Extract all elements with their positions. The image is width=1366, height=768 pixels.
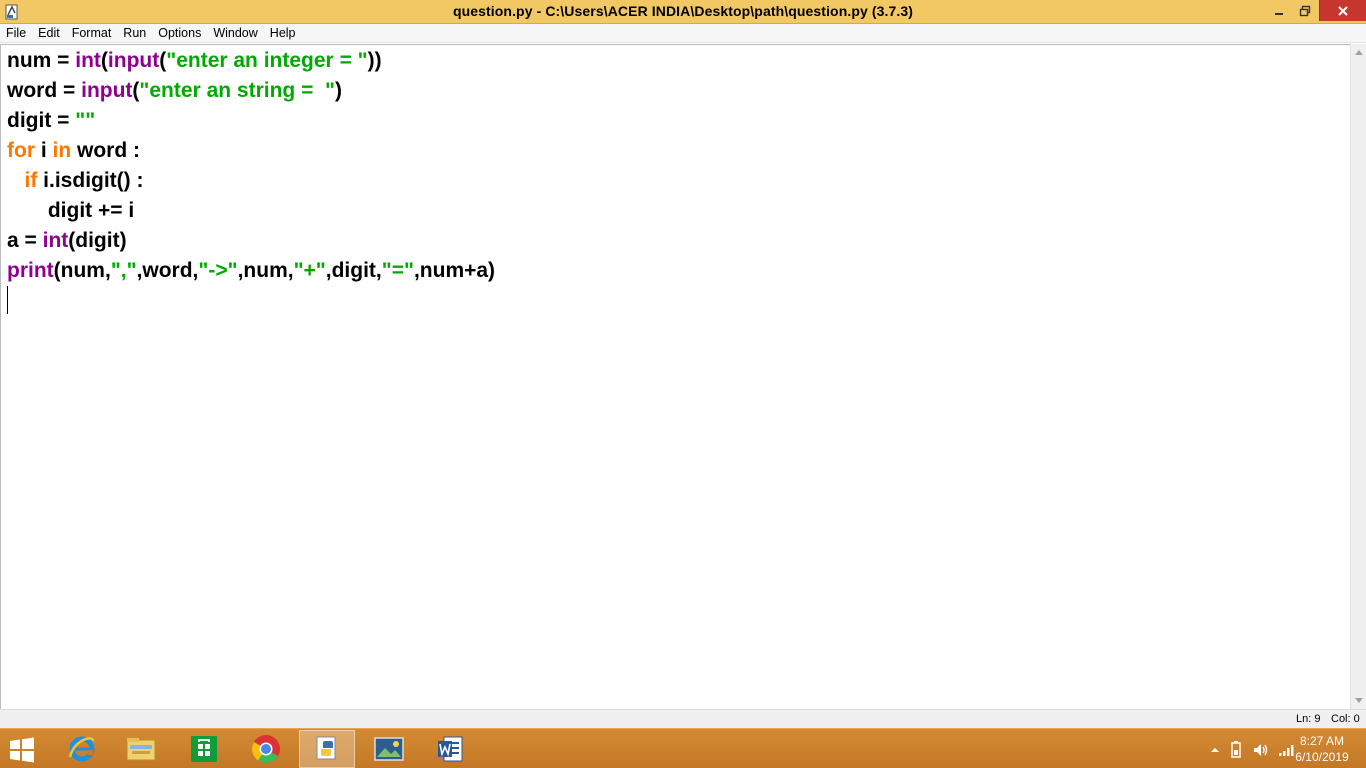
code-line: digit += i (7, 196, 134, 226)
code-token: "=" (381, 259, 414, 282)
column-number: Col: 0 (1331, 713, 1360, 725)
vertical-scrollbar[interactable] (1350, 44, 1366, 709)
store-icon (191, 736, 217, 762)
taskbar-file-explorer[interactable] (113, 730, 169, 768)
code-token: ,num, (237, 259, 294, 282)
code-line: num = int(input("enter an integer = ")) (7, 46, 382, 76)
volume-icon[interactable] (1252, 742, 1270, 758)
code-token: if (24, 169, 38, 192)
taskbar-word[interactable] (422, 730, 478, 768)
code-token: (num, (53, 259, 111, 282)
menu-window[interactable]: Window (207, 24, 263, 42)
code-line: print(num,",",word,"->",num,"+",digit,"=… (7, 256, 495, 286)
code-token: (digit) (68, 229, 127, 252)
code-token: ) (334, 79, 342, 102)
code-token: ,digit, (325, 259, 382, 282)
code-token: i.isdigit() : (37, 169, 144, 192)
code-token: input (81, 79, 133, 102)
code-token: ( (100, 49, 108, 72)
show-hidden-icons-icon[interactable] (1210, 745, 1220, 755)
taskbar-store[interactable] (176, 730, 232, 768)
code-line: for i in word : (7, 136, 140, 166)
menu-format[interactable]: Format (66, 24, 118, 42)
code-token: word = (7, 79, 82, 102)
code-token: "+" (293, 259, 326, 282)
internet-explorer-icon (68, 736, 95, 762)
python-icon (316, 736, 336, 760)
line-number: Ln: 9 (1296, 713, 1321, 725)
taskbar-python-idle[interactable] (299, 730, 355, 768)
taskbar-internet-explorer[interactable] (54, 730, 110, 768)
menu-run[interactable]: Run (117, 24, 152, 42)
code-token: digit = (7, 109, 76, 132)
chrome-icon (252, 735, 280, 763)
menu-file[interactable]: File (0, 24, 32, 42)
code-editor[interactable]: num = int(input("enter an integer = ")) w… (0, 44, 1350, 709)
window-title: question.py - C:\Users\ACER INDIA\Deskto… (452, 3, 914, 19)
code-token: print (7, 259, 54, 282)
code-token: word : (71, 139, 141, 162)
code-line: word = input("enter an string = ") (7, 76, 342, 106)
restore-button[interactable] (1292, 0, 1318, 21)
taskbar-clock[interactable]: 8:27 AM 6/10/2019 (1290, 733, 1354, 765)
restore-icon (1299, 5, 1311, 16)
code-token: "enter an integer = " (166, 49, 368, 72)
photos-icon (374, 737, 404, 761)
scroll-down-arrow-icon[interactable] (1355, 698, 1363, 703)
close-button[interactable] (1319, 0, 1366, 21)
clock-time: 8:27 AM (1299, 734, 1345, 748)
code-token: digit += i (7, 199, 135, 222)
word-icon (438, 736, 463, 762)
code-token: a = (7, 229, 43, 252)
title-bar: question.py - C:\Users\ACER INDIA\Deskto… (0, 0, 1366, 24)
scroll-up-arrow-icon[interactable] (1355, 50, 1363, 55)
menu-bar: File Edit Format Run Options Window Help (0, 24, 1366, 43)
start-button[interactable] (8, 737, 40, 763)
minimize-button[interactable] (1266, 0, 1292, 21)
text-caret (7, 286, 8, 314)
code-line: if i.isdigit() : (7, 166, 144, 196)
code-token: "" (75, 109, 96, 132)
menu-options[interactable]: Options (152, 24, 207, 42)
taskbar-chrome[interactable] (238, 730, 294, 768)
code-token: for (7, 139, 35, 162)
status-bar: Ln: 9 Col: 0 (0, 709, 1366, 728)
system-tray (1210, 741, 1296, 759)
clock-date: 6/10/2019 (1295, 750, 1349, 764)
code-token: int (75, 49, 101, 72)
windows-logo-icon (10, 737, 34, 763)
code-token: "," (110, 259, 137, 282)
code-token: ,word, (136, 259, 199, 282)
code-token: "enter an string = " (139, 79, 335, 102)
code-token: "->" (198, 259, 238, 282)
code-token: int (42, 229, 69, 252)
code-line: a = int(digit) (7, 226, 127, 256)
taskbar: 8:27 AM 6/10/2019 (0, 728, 1366, 768)
minimize-icon (1275, 12, 1283, 15)
code-line: digit = "" (7, 106, 95, 136)
taskbar-photos[interactable] (361, 730, 417, 768)
close-icon (1338, 5, 1348, 16)
menu-help[interactable]: Help (264, 24, 302, 42)
code-token: input (107, 49, 160, 72)
menu-edit[interactable]: Edit (32, 24, 66, 42)
code-token: )) (367, 49, 382, 72)
code-token: i (35, 139, 53, 162)
code-token: num = (7, 49, 76, 72)
folder-icon (126, 738, 156, 761)
code-token: in (52, 139, 72, 162)
code-token: ,num+a) (413, 259, 496, 282)
battery-icon[interactable] (1228, 741, 1244, 759)
